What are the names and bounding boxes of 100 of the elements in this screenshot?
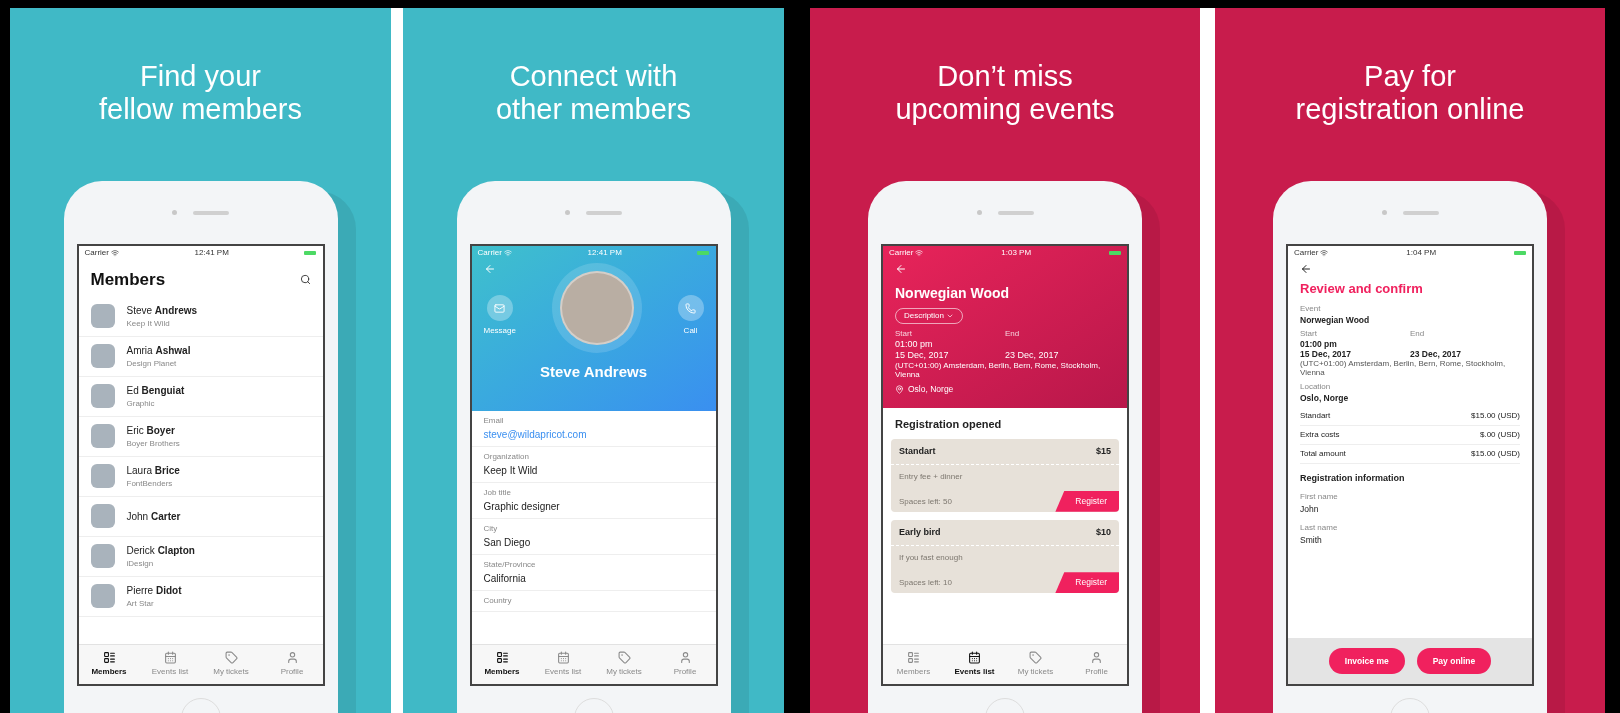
- tab[interactable]: Profile: [261, 645, 323, 684]
- tab[interactable]: Members: [471, 645, 533, 684]
- member-row[interactable]: Eric Boyer Boyer Brothers: [78, 416, 323, 457]
- tab[interactable]: Profile: [1066, 645, 1127, 684]
- search-icon[interactable]: [299, 274, 311, 286]
- speaker-slot: [997, 210, 1034, 215]
- member-organization: Art Star: [126, 597, 155, 610]
- section-heading: Registration information: [1300, 471, 1406, 485]
- person-icon: [1090, 651, 1103, 664]
- wifi-icon: [915, 248, 924, 257]
- member-name: Laura Brice: [126, 463, 180, 478]
- tab[interactable]: Members: [78, 645, 140, 684]
- member-row[interactable]: Laura Brice FontBenders: [78, 456, 323, 497]
- member-row[interactable]: Steve Andrews Keep It Wild: [78, 296, 323, 337]
- person-icon: [678, 651, 692, 664]
- spaces-left: Spaces left: 10: [899, 577, 952, 589]
- member-name: Pierre Didot: [126, 583, 182, 598]
- spaces-left: Spaces left: 50: [899, 495, 952, 508]
- photo-placeholder: [90, 344, 115, 368]
- battery-icon: [697, 250, 710, 255]
- tab[interactable]: Profile: [654, 645, 716, 684]
- location-pin-icon: [895, 384, 904, 394]
- event-location: Oslo, Norge: [908, 383, 954, 396]
- back-arrow-icon[interactable]: [895, 263, 907, 275]
- action-button[interactable]: Invoice me: [1328, 647, 1405, 675]
- field-value: John: [1300, 503, 1320, 516]
- headline-line: other members: [496, 93, 691, 126]
- tab[interactable]: My tickets: [593, 645, 655, 684]
- field-label: Email: [483, 415, 505, 427]
- photo-placeholder: [90, 384, 115, 408]
- photo-placeholder: [90, 304, 115, 328]
- headline-line: fellow members: [98, 93, 303, 126]
- field-label: Country: [483, 595, 513, 607]
- photo-placeholder: [90, 584, 115, 608]
- member-row[interactable]: John Carter: [78, 496, 323, 537]
- ticket-description: If you fast enough: [898, 552, 964, 565]
- tag-icon: [224, 651, 238, 664]
- carrier-label: Carrier: [477, 246, 502, 259]
- screen-title: Members: [90, 269, 166, 291]
- photo-placeholder: [90, 504, 115, 528]
- carrier-label: Carrier: [889, 246, 914, 259]
- ticket-price: $15: [1095, 444, 1111, 458]
- headline-line: Find your: [140, 60, 261, 93]
- member-organization: Boyer Brothers: [126, 437, 180, 450]
- tab[interactable]: Events list: [944, 645, 1005, 684]
- member-name: John Carter: [126, 509, 181, 524]
- back-arrow-icon[interactable]: [1300, 263, 1312, 275]
- member-name: Eric Boyer: [126, 423, 176, 438]
- field-label: First name: [1300, 491, 1339, 503]
- member-row[interactable]: Amria Ashwal Design Planet: [78, 336, 323, 377]
- tab[interactable]: My tickets: [200, 645, 262, 684]
- timezone-text: (UTC+01:00) Amsterdam, Berlin, Bern, Rome, Stockholm, Vienna: [895, 361, 1102, 379]
- cost-label: Standart: [1300, 409, 1331, 422]
- tab[interactable]: Members: [883, 645, 944, 684]
- start-time: 01:00 pm: [895, 339, 934, 350]
- action-button[interactable]: Pay online: [1416, 647, 1492, 675]
- calendar-icon: [163, 651, 177, 664]
- member-organization: iDesign: [126, 557, 155, 570]
- register-button[interactable]: Register: [1055, 572, 1119, 593]
- battery-icon: [1514, 250, 1526, 255]
- event-title: Norwegian Wood: [895, 284, 1011, 303]
- ticket-price: $10: [1095, 525, 1111, 539]
- status-time: 1:04 PM: [1406, 246, 1437, 259]
- start-date: 15 Dec, 2017: [1300, 348, 1353, 359]
- ticket-description: Entry fee + dinner: [898, 471, 964, 483]
- start-date: 15 Dec, 2017: [895, 350, 950, 361]
- tab[interactable]: Events list: [139, 645, 201, 684]
- screen-title: Review and confirm: [1300, 280, 1424, 298]
- ticket-name: Standart: [899, 444, 936, 458]
- tag-icon: [617, 651, 631, 664]
- member-row[interactable]: Derick Clapton iDesign: [78, 536, 323, 577]
- member-organization: Graphic: [126, 397, 156, 410]
- speaker-slot: [193, 210, 229, 215]
- member-row[interactable]: Pierre Didot Art Star: [78, 576, 323, 617]
- photo-placeholder: [90, 464, 115, 488]
- register-button[interactable]: Register: [1055, 491, 1119, 512]
- person-icon: [285, 651, 299, 664]
- battery-icon: [1109, 250, 1121, 255]
- field-value: California: [483, 572, 527, 586]
- email-link[interactable]: steve@wildapricot.com: [483, 427, 704, 442]
- photo-placeholder: [90, 424, 115, 448]
- wifi-icon: [110, 248, 119, 257]
- tab[interactable]: Events list: [532, 645, 594, 684]
- member-row[interactable]: Ed Benguiat Graphic: [78, 376, 323, 417]
- start-label: Start: [895, 328, 913, 339]
- tag-icon: [1029, 651, 1042, 664]
- field-value: Graphic designer: [483, 500, 561, 514]
- tab[interactable]: My tickets: [1005, 645, 1066, 684]
- carrier-label: Carrier: [84, 246, 109, 259]
- cost-label: Total amount: [1300, 447, 1346, 460]
- start-label: Start: [1300, 328, 1318, 339]
- end-date: 23 Dec, 2017: [1005, 350, 1060, 361]
- profile-name: Steve Andrews: [539, 362, 648, 382]
- member-name: Steve Andrews: [126, 303, 198, 318]
- end-date: 23 Dec, 2017: [1410, 348, 1463, 359]
- field-value: San Diego: [483, 536, 532, 550]
- field-label: Job title: [483, 487, 513, 499]
- end-label: End: [1005, 328, 1021, 339]
- list-icon: [102, 651, 116, 664]
- member-name: Derick Clapton: [126, 543, 195, 558]
